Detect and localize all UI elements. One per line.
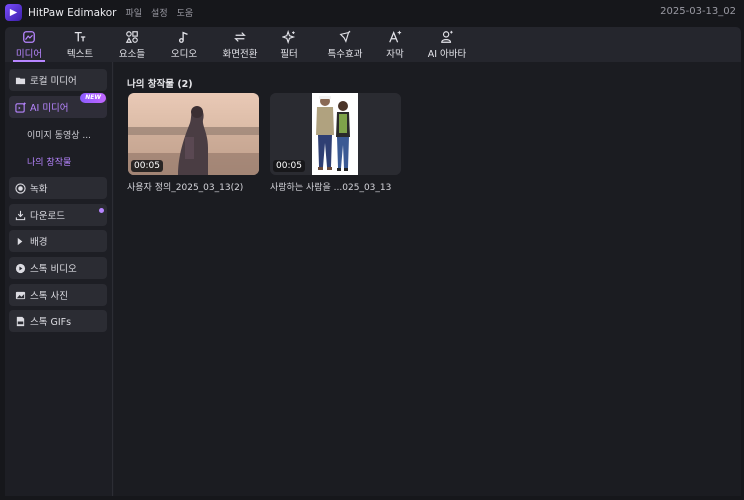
sidebar-item-label: 스톡 사진 [30, 291, 68, 302]
sidebar-item-stock-photo[interactable]: 스톡 사진 [9, 284, 107, 306]
tab-audio[interactable]: 오디오 [164, 27, 204, 62]
tab-media[interactable]: 미디어 [9, 27, 49, 62]
gif-file-icon [16, 316, 25, 326]
elements-icon [125, 30, 138, 43]
tab-elements[interactable]: 요소들 [112, 27, 152, 62]
sidebar-item-label: 스톡 GIFs [30, 317, 72, 328]
sidebar-subitem-image-video[interactable]: 이미지 동영상 ... [27, 128, 91, 141]
tab-subtitles-label: 자막 [386, 48, 404, 60]
transition-arrows-icon [234, 31, 246, 42]
tab-transitions[interactable]: 화면전환 [215, 27, 265, 62]
menu-file[interactable]: 파일 [125, 6, 142, 19]
sidebar-item-label: 배경 [30, 237, 48, 248]
tab-ai-avatar-label: AI 아바타 [427, 48, 467, 60]
tab-transitions-label: 화면전환 [222, 48, 258, 60]
tab-ai-avatar[interactable]: AI 아바타 [422, 27, 472, 62]
main-area: 로컬 미디어 AI 미디어 NEW 이미지 동영상 ... 나의 창작물 녹화 … [5, 62, 741, 496]
tab-subtitles[interactable]: 자막 [375, 27, 415, 62]
notification-dot [99, 208, 104, 213]
download-icon [15, 210, 26, 220]
sidebar-item-background[interactable]: 배경 [9, 230, 107, 252]
filter-sparkle-icon [282, 29, 296, 44]
new-badge: NEW [80, 93, 106, 103]
folder-icon [15, 77, 26, 84]
project-date: 2025-03-13_02 [660, 6, 736, 17]
media-item-name: 사랑하는 사람을 ...025_03_13 [270, 183, 392, 193]
tab-effects[interactable]: 특수효과 [320, 27, 370, 62]
main-toolbar: 미디어 텍스트 요소들 오디오 화면전환 필터 특수효과 자막 AI 아바타 [5, 27, 741, 62]
text-icon [74, 31, 86, 41]
play-circle-icon [15, 263, 26, 273]
sidebar-item-label: 다운로드 [30, 211, 65, 222]
tab-text-label: 텍스트 [66, 48, 94, 60]
app-title: HitPaw Edimakor [28, 6, 117, 19]
sidebar-item-stock-gifs[interactable]: 스톡 GIFs [9, 310, 107, 332]
caret-right-icon [17, 237, 23, 245]
media-card[interactable]: 00:05 [270, 93, 401, 175]
media-sidebar: 로컬 미디어 AI 미디어 NEW 이미지 동영상 ... 나의 창작물 녹화 … [5, 62, 113, 496]
sidebar-subitem-my-creations[interactable]: 나의 창작물 [27, 155, 71, 168]
tab-media-label: 미디어 [15, 48, 43, 60]
media-card[interactable]: 00:05 [128, 93, 259, 175]
sidebar-item-label: 스톡 비디오 [30, 264, 77, 275]
sidebar-item-stock-video[interactable]: 스톡 비디오 [9, 257, 107, 279]
media-icon [23, 30, 35, 43]
duration-badge: 00:05 [273, 160, 305, 172]
audio-note-icon [178, 31, 188, 43]
tab-audio-label: 오디오 [170, 48, 198, 60]
sidebar-item-download[interactable]: 다운로드 [9, 204, 107, 226]
tab-effects-label: 특수효과 [327, 48, 363, 60]
ai-media-icon [15, 101, 26, 113]
title-bar: HitPaw Edimakor 파일 설정 도움 2025-03-13_02 [0, 0, 744, 25]
sidebar-item-local-media[interactable]: 로컬 미디어 [9, 69, 107, 91]
effects-icon [339, 30, 351, 43]
sidebar-item-label: 로컬 미디어 [30, 76, 77, 87]
avatar-icon [441, 30, 453, 43]
photo-icon [15, 291, 26, 299]
menu-settings[interactable]: 설정 [151, 6, 168, 19]
media-content-panel: 나의 창작물 (2) 00:05 사용자 정의_2025_03_13(2) 00… [114, 62, 741, 496]
app-logo-icon [5, 4, 22, 21]
tab-filter[interactable]: 필터 [269, 27, 309, 62]
sidebar-item-ai-media[interactable]: AI 미디어 NEW [9, 93, 107, 118]
tab-elements-label: 요소들 [118, 48, 146, 60]
sidebar-item-label: AI 미디어 [30, 103, 69, 114]
menu-help[interactable]: 도움 [177, 6, 194, 19]
record-icon [15, 182, 26, 194]
duration-badge: 00:05 [131, 160, 163, 172]
sidebar-item-record[interactable]: 녹화 [9, 177, 107, 199]
tab-text[interactable]: 텍스트 [60, 27, 100, 62]
subtitle-icon [389, 30, 402, 42]
media-item-name: 사용자 정의_2025_03_13(2) [127, 183, 244, 193]
sidebar-item-label: 녹화 [30, 184, 48, 195]
tab-filter-label: 필터 [280, 48, 298, 60]
section-title: 나의 창작물 (2) [127, 79, 193, 90]
